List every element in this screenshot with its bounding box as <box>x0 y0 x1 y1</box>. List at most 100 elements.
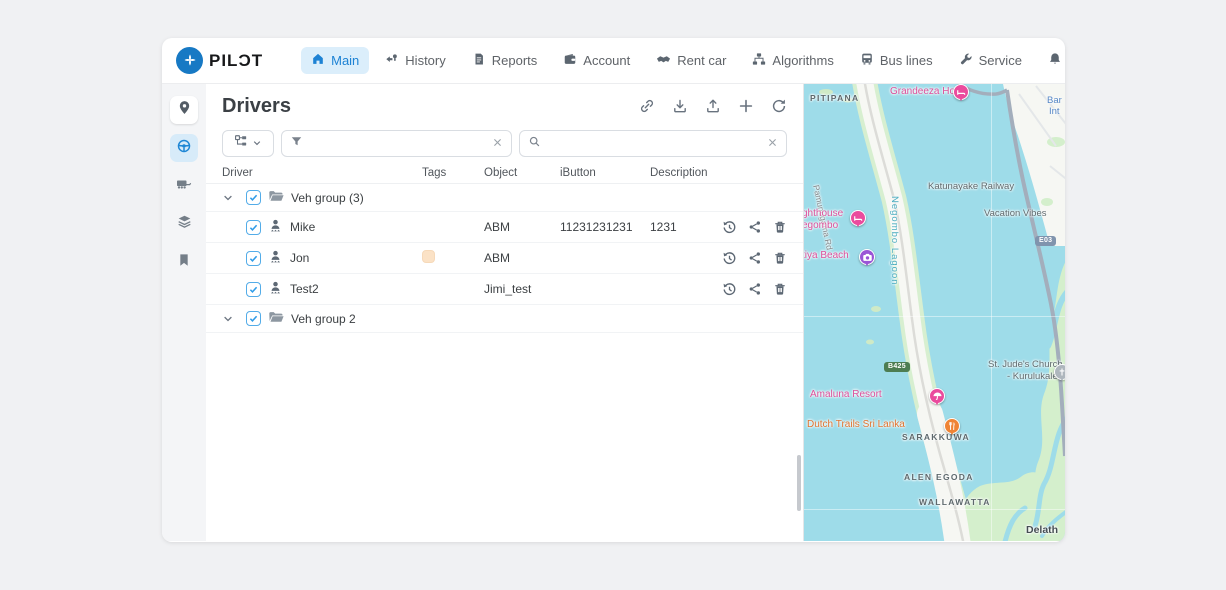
drivers-tree: Veh group (3) Mike ABM 11231231231 1231 <box>206 184 803 541</box>
delete-icon[interactable] <box>773 220 787 235</box>
brand-name: PILƆT <box>209 51 263 71</box>
col-ibutton: iButton <box>560 167 650 179</box>
brand-logo[interactable]: PILƆT <box>176 47 263 74</box>
history-icon[interactable] <box>722 282 737 297</box>
share-icon[interactable] <box>748 282 762 297</box>
pilot-logo-icon <box>176 47 203 74</box>
history-icon[interactable] <box>722 251 737 266</box>
search-field <box>519 130 787 157</box>
tool-drivers[interactable] <box>170 134 198 162</box>
table-row[interactable]: Test2 Jimi_test <box>206 274 803 305</box>
col-object: Object <box>484 167 560 179</box>
clear-filter-icon[interactable] <box>492 135 503 153</box>
group-row[interactable]: Veh group 2 <box>206 305 803 333</box>
filter-input[interactable] <box>309 137 487 151</box>
nav-bus-lines[interactable]: Bus lines <box>850 47 943 74</box>
tree-view-dropdown[interactable] <box>222 130 274 157</box>
drivers-panel: Drivers <box>206 84 803 541</box>
app-window: PILƆT Main History Reports Account Rent … <box>162 38 1065 542</box>
tool-trailers[interactable] <box>170 172 198 200</box>
nav-algorithms[interactable]: Algorithms <box>742 47 843 74</box>
hotel-marker-icon[interactable] <box>850 210 866 226</box>
bookmark-icon <box>177 253 191 272</box>
nav-main[interactable]: Main <box>301 47 369 74</box>
map-label-area: PITIPANA <box>810 93 859 103</box>
wrench-icon <box>959 52 973 69</box>
share-icon[interactable] <box>748 251 762 266</box>
nav-history[interactable]: History <box>375 47 455 74</box>
map-label-poi: Katunayake Railway <box>928 181 1014 192</box>
map-label-poi: egombo <box>803 220 838 231</box>
cell-tags <box>422 250 484 266</box>
map-label-poi: Int <box>1049 106 1060 117</box>
driver-name: Jon <box>290 251 309 265</box>
map-label-poi: Vacation Vibes <box>984 208 1047 219</box>
map-view[interactable]: PITIPANA Grandeeza Hotel Bar Int Pamunug… <box>803 84 1065 541</box>
driver-name: Mike <box>290 220 315 234</box>
group-checkbox[interactable] <box>246 311 261 326</box>
page-title: Drivers <box>222 95 291 118</box>
table-row[interactable]: Mike ABM 11231231231 1231 <box>206 212 803 243</box>
cell-object: Jimi_test <box>484 282 560 296</box>
history-icon[interactable] <box>722 220 737 235</box>
link-button[interactable] <box>639 98 655 114</box>
folder-icon <box>268 309 284 328</box>
upload-button[interactable] <box>705 98 721 114</box>
table-row[interactable]: Jon ABM <box>206 243 803 274</box>
nav-rent-car[interactable]: Rent car <box>646 47 736 75</box>
tool-map-pin[interactable] <box>170 96 198 124</box>
funnel-icon <box>290 135 303 153</box>
driver-icon <box>268 218 283 236</box>
map-label-poi: tiya Beach <box>803 250 849 261</box>
tool-rail <box>162 84 206 541</box>
map-label-poi: - Kurulukale <box>1007 371 1058 382</box>
handshake-icon <box>656 52 671 70</box>
nav-service[interactable]: Service <box>949 47 1032 74</box>
download-button[interactable] <box>672 98 688 114</box>
map-label-poi: Bar <box>1047 95 1062 106</box>
refresh-button[interactable] <box>771 98 787 114</box>
cell-object: ABM <box>484 251 560 265</box>
delete-icon[interactable] <box>773 251 787 266</box>
nav-account[interactable]: Account <box>553 47 640 74</box>
bell-icon <box>1048 52 1062 69</box>
folder-icon <box>268 188 284 207</box>
cell-ibutton: 11231231231 <box>560 220 650 234</box>
clear-search-icon[interactable] <box>767 135 778 153</box>
tool-layers[interactable] <box>170 210 198 238</box>
share-icon[interactable] <box>748 220 762 235</box>
home-icon <box>311 52 325 69</box>
nav-items: Main History Reports Account Rent car Al… <box>301 47 1065 75</box>
cell-object: ABM <box>484 220 560 234</box>
tool-bookmarks[interactable] <box>170 248 198 276</box>
cell-description: 1231 <box>650 220 718 234</box>
road-shield-e03: E03 <box>1035 236 1056 246</box>
church-marker-icon[interactable] <box>1054 364 1065 380</box>
road-shield-b425: B425 <box>884 362 910 372</box>
search-input[interactable] <box>547 137 761 151</box>
hotel-marker-icon[interactable] <box>953 84 969 100</box>
expander-icon[interactable] <box>222 192 239 204</box>
row-checkbox[interactable] <box>246 282 261 297</box>
wallet-icon <box>563 52 577 69</box>
driver-icon <box>268 280 283 298</box>
camera-marker-icon[interactable] <box>859 249 875 265</box>
group-checkbox[interactable] <box>246 190 261 205</box>
bus-icon <box>860 52 874 69</box>
restaurant-marker-icon[interactable] <box>944 418 960 434</box>
nav-reports[interactable]: Reports <box>462 47 548 74</box>
add-button[interactable] <box>738 98 754 114</box>
row-checkbox[interactable] <box>246 220 261 235</box>
scrollbar-thumb[interactable] <box>797 455 801 511</box>
delete-icon[interactable] <box>773 282 787 297</box>
tree-icon <box>234 134 248 153</box>
row-checkbox[interactable] <box>246 251 261 266</box>
resort-marker-icon[interactable] <box>929 388 945 404</box>
expander-icon[interactable] <box>222 313 239 325</box>
sitemap-icon <box>752 52 766 69</box>
map-tile-seam <box>804 316 1065 317</box>
nav-events[interactable]: Events <box>1038 47 1065 74</box>
map-label-town: Delath <box>1026 524 1058 536</box>
group-row[interactable]: Veh group (3) <box>206 184 803 212</box>
tag-chip[interactable] <box>422 250 435 263</box>
